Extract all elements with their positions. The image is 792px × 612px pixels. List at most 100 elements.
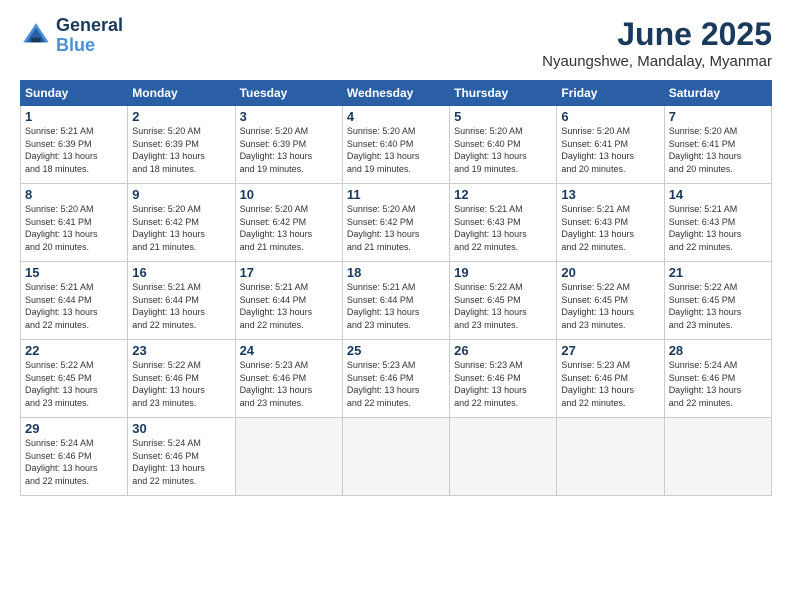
day-number: 17 <box>240 265 338 280</box>
day-number: 14 <box>669 187 767 202</box>
table-row: 27 Sunrise: 5:23 AM Sunset: 6:46 PM Dayl… <box>557 340 664 418</box>
table-row: 1 Sunrise: 5:21 AM Sunset: 6:39 PM Dayli… <box>21 106 128 184</box>
day-number: 30 <box>132 421 230 436</box>
table-row <box>450 418 557 496</box>
day-info: Sunrise: 5:23 AM Sunset: 6:46 PM Dayligh… <box>347 360 420 408</box>
day-info: Sunrise: 5:21 AM Sunset: 6:44 PM Dayligh… <box>347 282 420 330</box>
day-info: Sunrise: 5:20 AM Sunset: 6:41 PM Dayligh… <box>669 126 742 174</box>
table-row <box>557 418 664 496</box>
logo-line1: General <box>56 16 123 36</box>
day-info: Sunrise: 5:20 AM Sunset: 6:39 PM Dayligh… <box>132 126 205 174</box>
table-row <box>342 418 449 496</box>
day-number: 20 <box>561 265 659 280</box>
day-info: Sunrise: 5:21 AM Sunset: 6:43 PM Dayligh… <box>669 204 742 252</box>
day-number: 11 <box>347 187 445 202</box>
table-row <box>235 418 342 496</box>
table-row: 19 Sunrise: 5:22 AM Sunset: 6:45 PM Dayl… <box>450 262 557 340</box>
day-info: Sunrise: 5:23 AM Sunset: 6:46 PM Dayligh… <box>561 360 634 408</box>
day-number: 9 <box>132 187 230 202</box>
day-info: Sunrise: 5:23 AM Sunset: 6:46 PM Dayligh… <box>240 360 313 408</box>
day-info: Sunrise: 5:21 AM Sunset: 6:44 PM Dayligh… <box>132 282 205 330</box>
day-number: 28 <box>669 343 767 358</box>
table-row: 2 Sunrise: 5:20 AM Sunset: 6:39 PM Dayli… <box>128 106 235 184</box>
day-info: Sunrise: 5:21 AM Sunset: 6:44 PM Dayligh… <box>240 282 313 330</box>
day-number: 27 <box>561 343 659 358</box>
day-info: Sunrise: 5:21 AM Sunset: 6:43 PM Dayligh… <box>561 204 634 252</box>
day-number: 24 <box>240 343 338 358</box>
logo-line2: Blue <box>56 36 123 56</box>
logo: General Blue <box>20 16 123 56</box>
calendar-header-row: Sunday Monday Tuesday Wednesday Thursday… <box>21 81 772 106</box>
table-row: 17 Sunrise: 5:21 AM Sunset: 6:44 PM Dayl… <box>235 262 342 340</box>
table-row: 5 Sunrise: 5:20 AM Sunset: 6:40 PM Dayli… <box>450 106 557 184</box>
page: General Blue June 2025 Nyaungshwe, Manda… <box>0 0 792 612</box>
day-number: 16 <box>132 265 230 280</box>
day-info: Sunrise: 5:22 AM Sunset: 6:45 PM Dayligh… <box>25 360 98 408</box>
day-number: 12 <box>454 187 552 202</box>
table-row: 6 Sunrise: 5:20 AM Sunset: 6:41 PM Dayli… <box>557 106 664 184</box>
table-row: 15 Sunrise: 5:21 AM Sunset: 6:44 PM Dayl… <box>21 262 128 340</box>
table-row: 21 Sunrise: 5:22 AM Sunset: 6:45 PM Dayl… <box>664 262 771 340</box>
day-number: 29 <box>25 421 123 436</box>
table-row: 25 Sunrise: 5:23 AM Sunset: 6:46 PM Dayl… <box>342 340 449 418</box>
day-number: 2 <box>132 109 230 124</box>
day-number: 3 <box>240 109 338 124</box>
day-number: 6 <box>561 109 659 124</box>
day-number: 26 <box>454 343 552 358</box>
col-thursday: Thursday <box>450 81 557 106</box>
day-info: Sunrise: 5:22 AM Sunset: 6:45 PM Dayligh… <box>669 282 742 330</box>
table-row: 8 Sunrise: 5:20 AM Sunset: 6:41 PM Dayli… <box>21 184 128 262</box>
table-row: 28 Sunrise: 5:24 AM Sunset: 6:46 PM Dayl… <box>664 340 771 418</box>
table-row: 10 Sunrise: 5:20 AM Sunset: 6:42 PM Dayl… <box>235 184 342 262</box>
table-row: 16 Sunrise: 5:21 AM Sunset: 6:44 PM Dayl… <box>128 262 235 340</box>
title-block: June 2025 Nyaungshwe, Mandalay, Myanmar <box>542 16 772 70</box>
col-tuesday: Tuesday <box>235 81 342 106</box>
table-row <box>664 418 771 496</box>
day-info: Sunrise: 5:20 AM Sunset: 6:41 PM Dayligh… <box>561 126 634 174</box>
col-saturday: Saturday <box>664 81 771 106</box>
calendar-row: 22 Sunrise: 5:22 AM Sunset: 6:45 PM Dayl… <box>21 340 772 418</box>
table-row: 22 Sunrise: 5:22 AM Sunset: 6:45 PM Dayl… <box>21 340 128 418</box>
calendar-subtitle: Nyaungshwe, Mandalay, Myanmar <box>542 53 772 70</box>
day-info: Sunrise: 5:21 AM Sunset: 6:43 PM Dayligh… <box>454 204 527 252</box>
day-number: 23 <box>132 343 230 358</box>
day-info: Sunrise: 5:20 AM Sunset: 6:40 PM Dayligh… <box>347 126 420 174</box>
table-row: 13 Sunrise: 5:21 AM Sunset: 6:43 PM Dayl… <box>557 184 664 262</box>
header: General Blue June 2025 Nyaungshwe, Manda… <box>20 16 772 70</box>
table-row: 9 Sunrise: 5:20 AM Sunset: 6:42 PM Dayli… <box>128 184 235 262</box>
day-info: Sunrise: 5:24 AM Sunset: 6:46 PM Dayligh… <box>25 438 98 486</box>
day-info: Sunrise: 5:20 AM Sunset: 6:42 PM Dayligh… <box>347 204 420 252</box>
calendar-row: 29 Sunrise: 5:24 AM Sunset: 6:46 PM Dayl… <box>21 418 772 496</box>
day-info: Sunrise: 5:20 AM Sunset: 6:42 PM Dayligh… <box>132 204 205 252</box>
table-row: 24 Sunrise: 5:23 AM Sunset: 6:46 PM Dayl… <box>235 340 342 418</box>
table-row: 7 Sunrise: 5:20 AM Sunset: 6:41 PM Dayli… <box>664 106 771 184</box>
table-row: 18 Sunrise: 5:21 AM Sunset: 6:44 PM Dayl… <box>342 262 449 340</box>
day-info: Sunrise: 5:20 AM Sunset: 6:41 PM Dayligh… <box>25 204 98 252</box>
day-number: 15 <box>25 265 123 280</box>
table-row: 20 Sunrise: 5:22 AM Sunset: 6:45 PM Dayl… <box>557 262 664 340</box>
table-row: 26 Sunrise: 5:23 AM Sunset: 6:46 PM Dayl… <box>450 340 557 418</box>
day-info: Sunrise: 5:24 AM Sunset: 6:46 PM Dayligh… <box>669 360 742 408</box>
day-info: Sunrise: 5:22 AM Sunset: 6:46 PM Dayligh… <box>132 360 205 408</box>
day-number: 13 <box>561 187 659 202</box>
day-info: Sunrise: 5:20 AM Sunset: 6:42 PM Dayligh… <box>240 204 313 252</box>
day-info: Sunrise: 5:22 AM Sunset: 6:45 PM Dayligh… <box>561 282 634 330</box>
col-wednesday: Wednesday <box>342 81 449 106</box>
col-monday: Monday <box>128 81 235 106</box>
day-number: 5 <box>454 109 552 124</box>
day-number: 8 <box>25 187 123 202</box>
day-number: 25 <box>347 343 445 358</box>
calendar-row: 8 Sunrise: 5:20 AM Sunset: 6:41 PM Dayli… <box>21 184 772 262</box>
day-number: 7 <box>669 109 767 124</box>
day-number: 21 <box>669 265 767 280</box>
day-number: 19 <box>454 265 552 280</box>
table-row: 30 Sunrise: 5:24 AM Sunset: 6:46 PM Dayl… <box>128 418 235 496</box>
day-number: 10 <box>240 187 338 202</box>
calendar-title: June 2025 <box>542 16 772 53</box>
table-row: 14 Sunrise: 5:21 AM Sunset: 6:43 PM Dayl… <box>664 184 771 262</box>
table-row: 3 Sunrise: 5:20 AM Sunset: 6:39 PM Dayli… <box>235 106 342 184</box>
day-info: Sunrise: 5:21 AM Sunset: 6:44 PM Dayligh… <box>25 282 98 330</box>
day-info: Sunrise: 5:24 AM Sunset: 6:46 PM Dayligh… <box>132 438 205 486</box>
day-info: Sunrise: 5:20 AM Sunset: 6:40 PM Dayligh… <box>454 126 527 174</box>
logo-icon <box>20 20 52 52</box>
